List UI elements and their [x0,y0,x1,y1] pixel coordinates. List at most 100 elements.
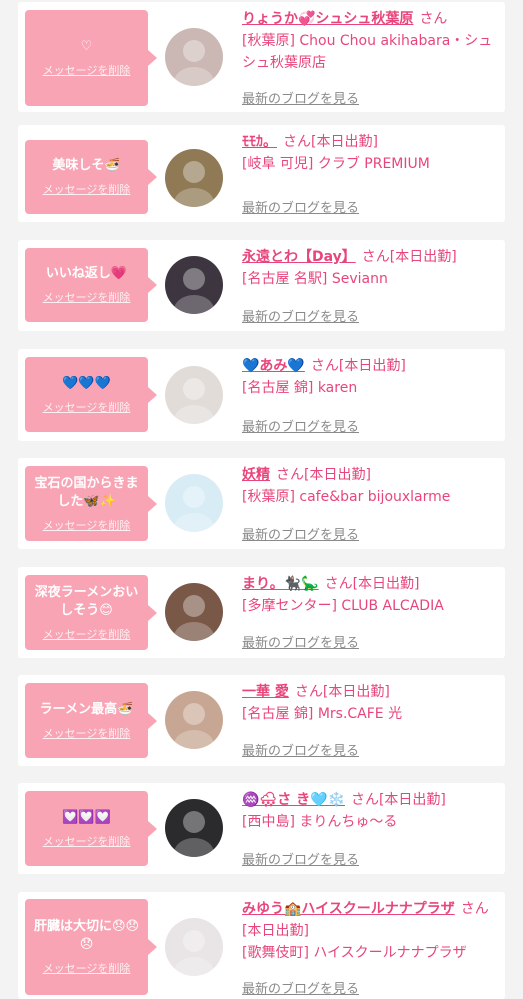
shop-info: [名古屋 名駅] Seviann [242,271,388,287]
avatar[interactable] [165,799,223,857]
honorific: さん [419,11,448,27]
name-line: 一華 愛さん[本日出勤] [242,681,497,703]
user-name-link[interactable]: まり。🐈‍⬛🦕 [242,576,319,592]
notification-card: 💟💟💟 メッセージを削除 ♒️🌨さ き🩵❄️ さん[本日出勤] [西中島] まりんちゅ～… [18,783,505,874]
user-name-link[interactable]: 💙あみ💙 [242,358,305,374]
notification-card: 深夜ラーメンおいしそう😊 メッセージを削除 まり。🐈‍⬛🦕 さん[本日出勤] [多摩セン… [18,567,505,658]
message-text: 肝臓は大切に😞😞😞 [33,919,140,952]
delete-message-link[interactable]: メッセージを削除 [43,399,131,415]
user-info: 妖精 さん[本日出勤] [秋葉原] cafe&bar bijouxlarme 最新のブ… [242,464,497,549]
message-bubble: ♡ メッセージを削除 [25,10,157,106]
delete-message-link[interactable]: メッセージを削除 [43,725,131,741]
message-text: 深夜ラーメンおいしそう😊 [34,584,139,618]
latest-blog-link[interactable]: 最新のブログを見る [242,849,359,868]
work-status: [本日出勤] [322,684,390,700]
message-bubble: 💟💟💟 メッセージを削除 [25,791,157,866]
notification-card: 💙💙💙 メッセージを削除 💙あみ💙 さん[本日出勤] [名古屋 錦] karen 最新のブ… [18,349,505,441]
avatar[interactable] [165,691,223,749]
work-status: [本日出勤] [304,467,371,483]
delete-message-link[interactable]: メッセージを削除 [43,960,131,976]
avatar[interactable] [165,256,223,314]
work-status: [本日出勤] [338,358,406,374]
honorific: さん [324,576,353,592]
work-status: [本日出勤] [352,576,420,592]
user-name-link[interactable]: りょうか💞シュシュ秋葉原 [242,11,413,27]
honorific: さん [294,684,323,700]
shop-info: [多摩センター] CLUB ALCADIA [242,598,444,614]
name-line: りょうか💞シュシュ秋葉原 さん [242,8,497,30]
name-line: 永遠とわ【Day】 さん[本日出勤] [242,246,497,268]
message-bubble: ラーメン最高🍜 メッセージを削除 [25,683,157,758]
avatar[interactable] [165,149,223,207]
shop-info: [秋葉原] cafe&bar bijouxlarme [242,489,451,505]
work-status: [本日出勤] [242,923,309,939]
message-text: いいね返し💗 [45,266,128,281]
delete-message-link[interactable]: メッセージを削除 [43,626,131,642]
shop-info: [名古屋 錦] karen [242,380,358,396]
latest-blog-link[interactable]: 最新のブログを見る [242,416,359,435]
avatar[interactable] [165,366,223,424]
message-bubble: いいね返し💗 メッセージを削除 [25,248,157,322]
notification-card: 宝石の国からきました🦋✨ メッセージを削除 妖精 さん[本日出勤] [秋葉原] cafe… [18,458,505,549]
message-bubble: 深夜ラーメンおいしそう😊 メッセージを削除 [25,575,157,650]
notification-card: ラーメン最高🍜 メッセージを削除 一華 愛さん[本日出勤] [名古屋 錦] Mrs.C… [18,675,505,766]
message-bubble: 肝臓は大切に😞😞😞 メッセージを削除 [25,899,157,995]
shop-info: [歌舞伎町] ハイスクールナナプラザ [242,945,467,961]
avatar[interactable] [165,583,223,641]
delete-message-link[interactable]: メッセージを削除 [43,181,131,197]
name-line: ﾓﾓｶ。 さん[本日出勤] [242,131,497,153]
latest-blog-link[interactable]: 最新のブログを見る [242,88,359,107]
honorific: さん [283,134,311,150]
avatar[interactable] [165,918,223,976]
message-text: 💙💙💙 [62,375,111,391]
user-info: みゆう🏫ハイスクールナナプラザ さん [本日出勤] [歌舞伎町] ハイスクールナナプラ… [242,898,497,999]
user-name-link[interactable]: 永遠とわ【Day】 [242,249,356,265]
message-bubble: 美味しそ🍜 メッセージを削除 [25,140,157,214]
user-info: 永遠とわ【Day】 さん[本日出勤] [名古屋 名駅] Seviann 最新のブログを… [242,246,497,331]
shop-info: [名古屋 錦] Mrs.CAFE 光 [242,706,403,722]
latest-blog-link[interactable]: 最新のブログを見る [242,306,359,325]
honorific: さん [460,901,489,917]
user-name-link[interactable]: 一華 愛 [242,684,289,700]
notification-card: 肝臓は大切に😞😞😞 メッセージを削除 みゆう🏫ハイスクールナナプラザ さん [本日出勤]… [18,892,505,999]
delete-message-link[interactable]: メッセージを削除 [43,62,131,78]
user-info: 一華 愛さん[本日出勤] [名古屋 錦] Mrs.CAFE 光最新のブログを見る [242,681,497,766]
avatar[interactable] [165,28,223,86]
message-text: 美味しそ🍜 [52,158,121,173]
user-info: ♒️🌨さ き🩵❄️ さん[本日出勤] [西中島] まりんちゅ～る 最新のブログを見る [242,789,497,874]
latest-blog-link[interactable]: 最新のブログを見る [242,632,359,651]
notification-card: ♡ メッセージを削除 りょうか💞シュシュ秋葉原 さん [秋葉原] Chou Chou a… [18,2,505,112]
user-name-link[interactable]: ♒️🌨さ き🩵❄️ [242,792,345,808]
user-name-link[interactable]: ﾓﾓｶ。 [242,134,277,150]
user-name-link[interactable]: みゆう🏫ハイスクールナナプラザ [242,901,455,917]
work-status: [本日出勤] [389,249,457,265]
delete-message-link[interactable]: メッセージを削除 [43,289,131,305]
notification-card: 美味しそ🍜 メッセージを削除 ﾓﾓｶ。 さん[本日出勤] [岐阜 可児] クラブ PRE… [18,125,505,222]
message-text: ♡ [80,39,93,54]
message-text: ラーメン最高🍜 [39,701,134,717]
name-line: 妖精 さん[本日出勤] [242,464,497,486]
latest-blog-link[interactable]: 最新のブログを見る [242,197,359,216]
user-name-link[interactable]: 妖精 [242,467,270,483]
avatar[interactable] [165,474,223,532]
notification-card: いいね返し💗 メッセージを削除 永遠とわ【Day】 さん[本日出勤] [名古屋 名駅] … [18,240,505,331]
latest-blog-link[interactable]: 最新のブログを見る [242,524,359,543]
work-status: [本日出勤] [311,134,378,150]
message-bubble: 💙💙💙 メッセージを削除 [25,357,157,432]
user-info: りょうか💞シュシュ秋葉原 さん [秋葉原] Chou Chou akihabara・… [242,8,497,112]
name-line: ♒️🌨さ き🩵❄️ さん[本日出勤] [242,789,497,811]
name-line: 💙あみ💙 さん[本日出勤] [242,355,497,377]
latest-blog-link[interactable]: 最新のブログを見る [242,978,359,997]
latest-blog-link[interactable]: 最新のブログを見る [242,740,359,759]
delete-message-link[interactable]: メッセージを削除 [43,833,131,849]
notification-list: ♡ メッセージを削除 りょうか💞シュシュ秋葉原 さん [秋葉原] Chou Chou a… [0,0,523,999]
shop-info: [秋葉原] Chou Chou akihabara・シュシュ秋葉原店 [242,33,493,71]
shop-info: [岐阜 可児] クラブ PREMIUM [242,156,430,172]
honorific: さん [310,358,339,374]
honorific: さん [350,792,379,808]
delete-message-link[interactable]: メッセージを削除 [43,517,131,533]
name-line: まり。🐈‍⬛🦕 さん[本日出勤] [242,573,497,595]
user-info: まり。🐈‍⬛🦕 さん[本日出勤] [多摩センター] CLUB ALCADIA 最新のブ… [242,573,497,658]
honorific: さん [361,249,390,265]
message-text: 💟💟💟 [62,809,111,825]
